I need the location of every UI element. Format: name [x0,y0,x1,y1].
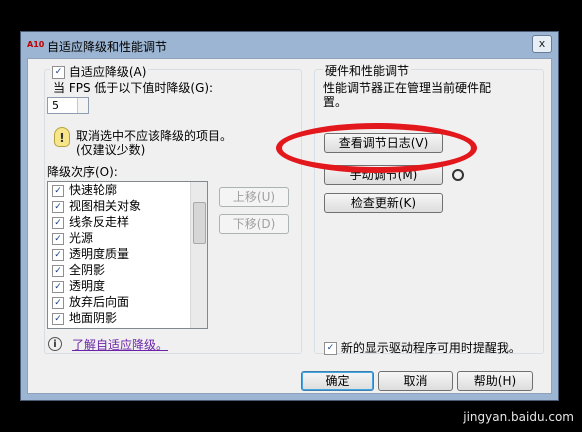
fps-spinner[interactable]: 5 [47,97,89,114]
dialog-client-area: ✓ 自适应降级(A) 当 FPS 低于以下值时降级(G): 5 ! 取消选中不应… [27,58,552,394]
watermark-text: jingyan.baidu.com [463,410,574,424]
list-item-checkbox[interactable]: ✓ [52,296,64,309]
learn-adaptive-link[interactable]: 了解自适应降级。 [72,336,168,353]
autocad-app-icon: A10 [27,40,45,49]
list-item-label: 透明度质量 [69,247,130,261]
move-up-button[interactable]: 上移(U) [219,187,289,207]
adaptive-enable-checkbox[interactable]: ✓ [52,66,65,79]
close-button[interactable]: x [532,35,552,53]
list-item-label: 视图相关对象 [69,199,142,213]
hardware-status-line2: 置。 [323,95,348,109]
list-item-label: 透明度 [69,279,106,293]
dialog-window: A10 自适应降级和性能调节 x ✓ 自适应降级(A) 当 FPS 低于以下值时… [20,31,559,401]
gauge-icon [452,169,464,181]
title-bar[interactable]: A10 自适应降级和性能调节 x [21,32,558,58]
degradation-order-label: 降级次序(O): [47,165,118,179]
ok-button[interactable]: 确定 [301,371,374,391]
list-item-label: 光源 [69,231,94,245]
hardware-status-line1: 性能调节器正在管理当前硬件配 [323,81,492,95]
list-item-checkbox[interactable]: ✓ [52,312,64,325]
list-item[interactable]: ✓ 放弃后向面 [48,294,207,310]
info-icon: i [48,337,62,351]
tip-text-line2: (仅建议少数) [76,143,146,157]
list-item-label: 线条反走样 [69,215,130,229]
driver-notify-label: 新的显示驱动程序可用时提醒我。 [340,341,521,355]
list-item[interactable]: ✓ 透明度 [48,278,207,294]
list-item-label: 放弃后向面 [69,295,130,309]
list-item-checkbox[interactable]: ✓ [52,232,64,245]
list-item-checkbox[interactable]: ✓ [52,248,64,261]
driver-notify-row[interactable]: ✓ 新的显示驱动程序可用时提醒我。 [324,339,521,356]
list-item-label: 全阴影 [69,263,106,277]
adaptive-enable-row[interactable]: ✓ 自适应降级(A) [50,63,149,80]
fps-label: 当 FPS 低于以下值时降级(G): [53,81,214,95]
list-scrollbar[interactable] [190,182,207,328]
list-item-checkbox[interactable]: ✓ [52,184,64,197]
list-item[interactable]: ✓ 光源 [48,230,207,246]
list-item-checkbox[interactable]: ✓ [52,200,64,213]
list-item[interactable]: ✓ 视图相关对象 [48,198,207,214]
list-item[interactable]: ✓ 线条反走样 [48,214,207,230]
list-item-checkbox[interactable]: ✓ [52,216,64,229]
list-item-label: 快速轮廓 [69,183,118,197]
list-item-checkbox[interactable]: ✓ [52,264,64,277]
move-down-button[interactable]: 下移(D) [219,214,289,234]
cancel-button[interactable]: 取消 [378,371,453,391]
help-button[interactable]: 帮助(H) [457,371,533,391]
list-item[interactable]: ✓ 地面阴影 [48,310,207,326]
red-annotation-circle [276,123,477,173]
lightbulb-icon: ! [54,127,70,147]
list-scroll-thumb[interactable] [193,202,206,244]
fps-value: 5 [52,99,59,112]
list-item[interactable]: ✓ 快速轮廓 [48,182,207,198]
list-item-checkbox[interactable]: ✓ [52,280,64,293]
dialog-title: 自适应降级和性能调节 [47,40,168,54]
list-item-label: 地面阴影 [69,311,118,325]
list-item[interactable]: ✓ 全阴影 [48,262,207,278]
check-updates-button[interactable]: 检查更新(K) [324,193,443,213]
degradation-order-list[interactable]: ✓ 快速轮廓 ✓ 视图相关对象 ✓ 线条反走样 ✓ 光源 ✓ 透明度质量 ✓ 全阴影 ✓ 透明度 ✓ 放弃后向… [47,181,208,329]
adaptive-enable-label: 自适应降级(A) [68,65,147,79]
list-item[interactable]: ✓ 透明度质量 [48,246,207,262]
driver-notify-checkbox[interactable]: ✓ [324,342,337,355]
fps-spin-buttons[interactable] [77,98,88,113]
hardware-group-title: 硬件和性能调节 [323,62,412,79]
